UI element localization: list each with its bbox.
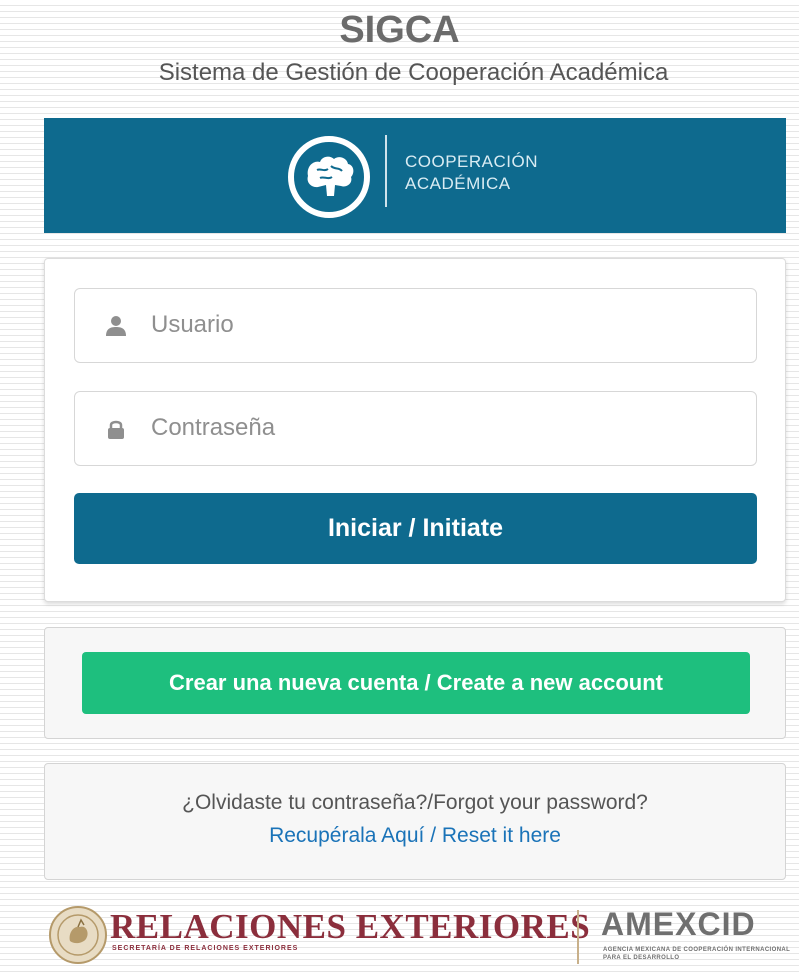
lock-icon — [108, 420, 124, 439]
banner-text: COOPERACIÓN ACADÉMICA — [405, 151, 538, 195]
cooperacion-academica-banner: COOPERACIÓN ACADÉMICA — [44, 118, 786, 233]
reset-password-link[interactable]: Recupérala Aquí / Reset it here — [45, 822, 785, 850]
amexcid-subtitle: AGENCIA MEXICANA DE COOPERACIÓN INTERNAC… — [603, 947, 791, 961]
footer-divider — [577, 910, 579, 964]
recovery-panel: ¿Olvidaste tu contraseña?/Forgot your pa… — [44, 763, 786, 880]
amexcid-logo[interactable]: AMEXCID AGENCIA MEXICANA DE COOPERACIÓN … — [601, 906, 791, 966]
username-input[interactable] — [151, 289, 731, 360]
login-button[interactable]: Iniciar / Initiate — [74, 493, 757, 564]
login-panel: Iniciar / Initiate — [44, 258, 786, 602]
banner-line-2: ACADÉMICA — [405, 174, 511, 193]
password-field[interactable] — [74, 391, 757, 466]
password-input[interactable] — [151, 392, 731, 463]
banner-divider — [385, 135, 387, 207]
create-account-button[interactable]: Crear una nueva cuenta / Create a new ac… — [82, 652, 750, 714]
sre-logo[interactable]: RELACIONES EXTERIORES SECRETARÍA DE RELA… — [48, 901, 590, 971]
page-title: SIGCA — [339, 9, 460, 51]
amexcid-name: AMEXCID — [601, 906, 756, 942]
sre-name: RELACIONES EXTERIORES — [110, 907, 591, 946]
banner-line-1: COOPERACIÓN — [405, 152, 539, 171]
page-subtitle: Sistema de Gestión de Cooperación Académ… — [158, 59, 669, 86]
forgot-password-text: ¿Olvidaste tu contraseña?/Forgot your pa… — [182, 791, 648, 814]
username-field[interactable] — [74, 288, 757, 363]
brain-icon — [288, 136, 370, 218]
signup-panel: Crear una nueva cuenta / Create a new ac… — [44, 627, 786, 739]
sre-subtitle: SECRETARÍA DE RELACIONES EXTERIORES — [112, 945, 299, 952]
user-icon — [106, 316, 126, 336]
mexico-seal-icon — [49, 906, 107, 964]
